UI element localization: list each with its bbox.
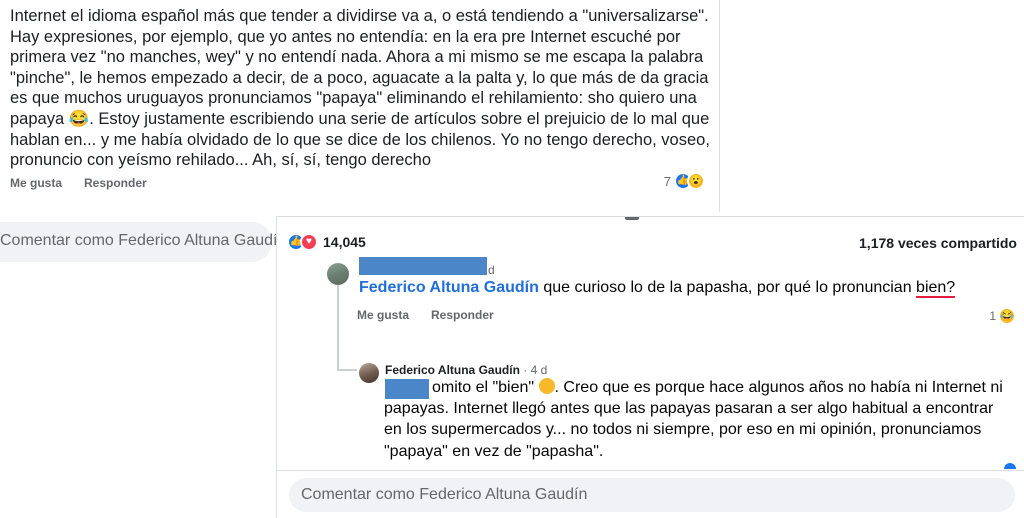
- comment-input-fragment[interactable]: Comentar como Federico Altuna Gaudín: [0, 222, 286, 262]
- post-stats: 👍 ♥ 14,045 1,178 veces compartido: [287, 233, 1017, 255]
- rofl-emoji-icon: [538, 378, 555, 394]
- avatar[interactable]: [359, 363, 379, 383]
- reply-header: Federico Altuna Gaudín · 4 d: [385, 363, 548, 377]
- divider: [277, 470, 1024, 471]
- post-panel: 👍 ♥ 14,045 1,178 veces compartido d Fede…: [276, 216, 1024, 518]
- author-name[interactable]: Federico Altuna Gaudín: [385, 363, 520, 377]
- thread-line: [337, 369, 357, 371]
- reaction-count: 7: [663, 173, 671, 189]
- misspelled-word: bien?: [916, 279, 956, 298]
- love-icon: ♥: [300, 233, 318, 251]
- reply-text-part1: omito el "bien": [432, 379, 535, 396]
- reaction-count: 14,045: [323, 234, 366, 250]
- reply-time[interactable]: 4 d: [531, 363, 548, 377]
- comment-input[interactable]: [289, 478, 1015, 512]
- comment-text: Federico Altuna Gaudín que curioso lo de…: [359, 279, 956, 298]
- author-link[interactable]: Federico Altuna Gaudín: [359, 279, 539, 296]
- reaction-count: 1: [989, 309, 996, 323]
- avatar[interactable]: [327, 263, 349, 285]
- share-count[interactable]: 1,178 veces compartido: [859, 235, 1017, 251]
- comment-time[interactable]: d: [488, 263, 495, 277]
- reply-button[interactable]: Responder: [84, 176, 147, 190]
- drag-handle[interactable]: [625, 217, 639, 220]
- redacted-name: [359, 257, 487, 275]
- like-button[interactable]: Me gusta: [357, 308, 409, 322]
- top-comment: Internet el idioma español más que tende…: [0, 0, 720, 212]
- comment-input-placeholder: Comentar como Federico Altuna Gaudín: [0, 232, 287, 249]
- wow-icon: 😮: [687, 172, 705, 190]
- haha-icon: 😂: [998, 307, 1016, 325]
- comment-composer[interactable]: [289, 478, 1015, 512]
- top-comment-text: Internet el idioma español más que tende…: [10, 7, 710, 170]
- comment-body: que curioso lo de la papasha, por qué lo…: [543, 279, 912, 296]
- reply-text: omito el "bien" . Creo que es porque hac…: [384, 377, 1009, 462]
- reply-reactions[interactable]: [1004, 463, 1016, 469]
- comment-reactions[interactable]: 1 😂: [989, 307, 1016, 325]
- reply-button[interactable]: Responder: [431, 308, 494, 322]
- like-button[interactable]: Me gusta: [10, 176, 62, 190]
- like-icon: [1004, 463, 1016, 469]
- comment-reactions[interactable]: 7 👍 😮: [664, 172, 705, 190]
- thread-line: [337, 285, 339, 371]
- post-reactions[interactable]: 👍 ♥ 14,045: [287, 233, 366, 251]
